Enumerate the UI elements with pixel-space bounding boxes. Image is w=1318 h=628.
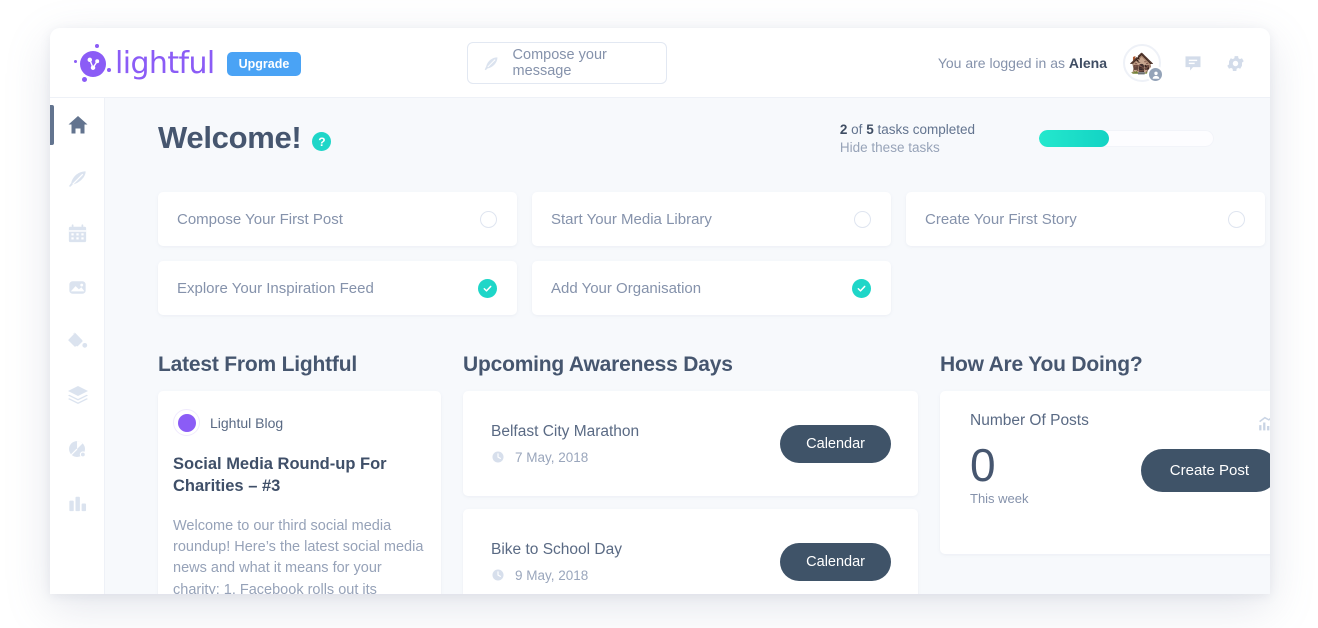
chat-bubble-icon <box>1185 56 1201 71</box>
section-title-doing: How Are You Doing? <box>940 353 1143 376</box>
brand-wordmark: lightful <box>115 46 215 81</box>
how-are-you-doing-section: How Are You Doing? Number Of Posts 0 Thi… <box>940 353 1270 594</box>
sidebar-item-inspiration[interactable] <box>50 314 105 368</box>
sidebar-item-insights[interactable] <box>50 422 105 476</box>
tasks-progress-bar <box>1039 129 1214 147</box>
user-name: Alena <box>1068 55 1107 71</box>
compose-message-input[interactable]: Compose your message <box>467 42 667 84</box>
clock-icon <box>492 569 504 581</box>
stats-value: 0 <box>970 439 996 491</box>
clock-icon <box>492 451 504 463</box>
task-card[interactable]: Start Your Media Library <box>532 192 891 246</box>
task-incomplete-circle-icon[interactable] <box>480 210 497 228</box>
create-post-button[interactable]: Create Post <box>1140 449 1270 493</box>
section-title-awareness: Upcoming Awareness Days <box>463 353 733 376</box>
sidebar-item-home[interactable] <box>50 98 105 152</box>
trend-chart-icon <box>1259 416 1270 431</box>
awareness-days-list: Belfast City Marathon 7 May, 2018 Calendar… <box>463 391 918 594</box>
bar-chart-icon <box>69 496 87 511</box>
awareness-day-info: Belfast City Marathon 7 May, 2018 <box>491 423 639 465</box>
blog-source: Lightul Blog <box>173 409 426 436</box>
awareness-days-section: Upcoming Awareness Days Belfast City Mar… <box>463 353 918 594</box>
task-label: Explore Your Inspiration Feed <box>177 279 374 297</box>
home-icon <box>68 116 87 134</box>
tasks-status: 2 of 5 tasks completed Hide these tasks <box>840 122 1214 155</box>
image-icon <box>69 280 86 294</box>
task-card[interactable]: Create Your First Story <box>906 192 1265 246</box>
sidebar-item-library[interactable] <box>50 368 105 422</box>
blog-source-name: Lightul Blog <box>210 414 284 431</box>
welcome-row: Welcome! ? 2 of 5 tasks completed Hide t… <box>133 98 1242 178</box>
awareness-day-title: Bike to School Day <box>491 540 622 558</box>
lightful-logo-icon <box>74 44 114 84</box>
add-to-calendar-button[interactable]: Calendar <box>780 424 891 463</box>
dashboard-sections: Latest From Lightful Lightul Blog Social… <box>133 353 1270 594</box>
blog-card[interactable]: Lightul Blog Social Media Round-up For C… <box>158 391 441 594</box>
task-card[interactable]: Explore Your Inspiration Feed <box>158 261 517 315</box>
awareness-day-card: Bike to School Day 9 May, 2018 Calendar <box>463 509 918 594</box>
calendar-icon <box>68 223 87 242</box>
messages-button[interactable] <box>1183 53 1203 73</box>
awareness-day-title: Belfast City Marathon <box>491 422 640 440</box>
task-label: Add Your Organisation <box>551 279 702 297</box>
tasks-completed-text: 2 of 5 tasks completed <box>839 121 975 137</box>
sidebar-item-media-library[interactable] <box>50 260 105 314</box>
awareness-day-date: 9 May, 2018 <box>515 567 589 583</box>
feather-icon <box>484 56 498 70</box>
tasks-progress-fill <box>1039 129 1109 147</box>
welcome-title: Welcome! <box>158 120 302 155</box>
brand-logo[interactable]: lightful Upgrade <box>74 44 302 84</box>
add-to-calendar-button[interactable]: Calendar <box>780 542 891 581</box>
section-title-latest: Latest From Lightful <box>158 353 357 376</box>
blog-headline: Social Media Round-up For Charities – #3 <box>173 455 387 496</box>
sidebar-item-calendar[interactable] <box>50 206 105 260</box>
avatar[interactable]: 🏚️ <box>1123 44 1164 83</box>
awareness-day-info: Bike to School Day 9 May, 2018 <box>491 541 622 583</box>
gear-icon <box>1227 55 1244 71</box>
upgrade-button[interactable]: Upgrade <box>226 52 302 76</box>
task-label: Create Your First Story <box>925 210 1077 228</box>
person-badge-icon <box>1147 66 1164 83</box>
app-window: lightful Upgrade Compose your message Yo… <box>50 28 1270 594</box>
compose-placeholder: Compose your message <box>512 47 607 79</box>
lightful-avatar-icon <box>173 409 200 436</box>
user-area: You are logged in as Alena 🏚️ <box>938 42 1246 84</box>
task-card[interactable]: Compose Your First Post <box>158 192 517 246</box>
task-complete-check-icon <box>852 278 871 298</box>
task-complete-check-icon <box>478 278 497 298</box>
hide-tasks-link[interactable]: Hide these tasks <box>840 140 975 155</box>
layers-icon <box>67 386 88 404</box>
awareness-day-card: Belfast City Marathon 7 May, 2018 Calendar <box>463 391 918 496</box>
stats-card: Number Of Posts 0 This week Create Post <box>940 391 1270 554</box>
pie-chart-icon <box>69 440 86 458</box>
sidebar-item-analytics[interactable] <box>50 476 105 530</box>
task-label: Start Your Media Library <box>551 210 712 228</box>
awareness-day-date-row: 7 May, 2018 <box>491 450 639 465</box>
stats-period: This week <box>970 491 1029 507</box>
onboarding-task-grid: Compose Your First Post Start Your Media … <box>133 192 1265 315</box>
main-content: Welcome! ? 2 of 5 tasks completed Hide t… <box>105 98 1270 594</box>
task-label: Compose Your First Post <box>177 210 343 228</box>
task-incomplete-circle-icon[interactable] <box>854 210 871 228</box>
latest-from-lightful-section: Latest From Lightful Lightul Blog Social… <box>158 353 441 594</box>
task-incomplete-circle-icon[interactable] <box>1228 210 1245 228</box>
paint-bucket-icon <box>68 331 88 348</box>
help-icon[interactable]: ? <box>312 132 332 151</box>
top-bar: lightful Upgrade Compose your message Yo… <box>50 28 1270 98</box>
sidebar <box>50 98 105 594</box>
sidebar-item-compose[interactable] <box>50 152 105 206</box>
settings-button[interactable] <box>1225 53 1246 74</box>
task-card[interactable]: Add Your Organisation <box>532 261 891 315</box>
login-status: You are logged in as Alena <box>937 55 1107 71</box>
awareness-day-date-row: 9 May, 2018 <box>491 568 622 583</box>
awareness-day-date: 7 May, 2018 <box>515 449 589 465</box>
feather-icon <box>68 170 86 187</box>
blog-excerpt: Welcome to our third social media roundu… <box>173 517 424 594</box>
page-title: Welcome! ? <box>158 120 332 156</box>
stats-label: Number Of Posts <box>970 412 1089 429</box>
